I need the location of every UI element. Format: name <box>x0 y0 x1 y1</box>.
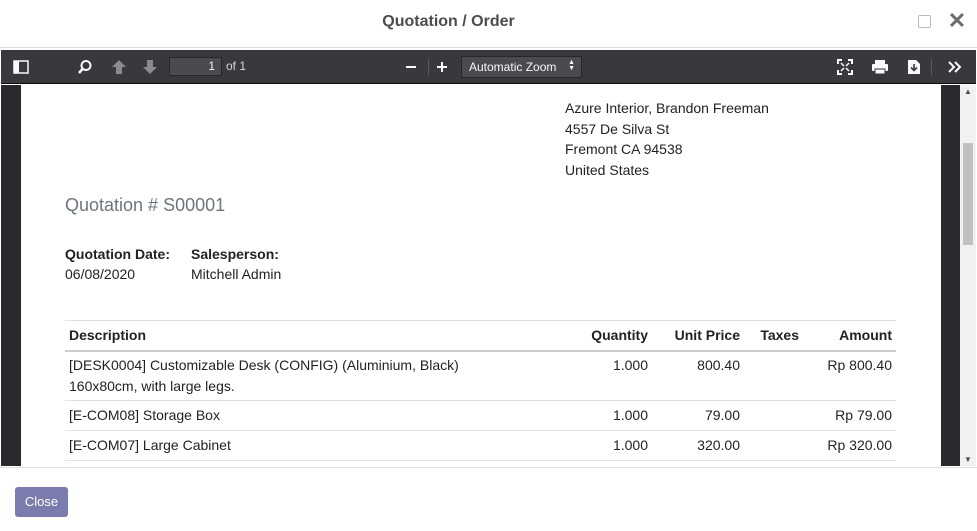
salesperson-label: Salesperson: <box>191 246 279 262</box>
column-header-amount: Amount <box>839 327 892 343</box>
row-unit-price: 320.00 <box>697 437 740 453</box>
table-header-border <box>65 350 896 352</box>
modal-title: Quotation / Order <box>382 13 515 30</box>
arrow-up-icon[interactable] <box>107 56 131 78</box>
arrow-down-icon[interactable] <box>138 56 162 78</box>
row-description-line2: 160x80cm, with large legs. <box>69 378 235 394</box>
toolbar-divider <box>428 59 429 75</box>
table-top-border <box>65 320 896 321</box>
row-divider <box>65 400 896 401</box>
row-description: [E-COM08] Storage Box <box>69 407 220 423</box>
row-divider <box>65 430 896 431</box>
column-header-taxes: Taxes <box>760 327 799 343</box>
quotation-date: 06/08/2020 <box>65 266 136 282</box>
scroll-down-arrow-icon[interactable]: ▼ <box>964 455 972 464</box>
print-icon[interactable] <box>868 56 892 78</box>
customer-address-line: Fremont CA 94538 <box>565 141 683 157</box>
row-unit-price: 79.00 <box>704 407 740 423</box>
close-button[interactable]: Close <box>15 487 68 517</box>
pdf-viewer[interactable]: Azure Interior, Brandon Freeman 4557 De … <box>1 85 976 466</box>
close-icon[interactable]: ✕ <box>947 8 967 34</box>
quotation-date-label: Quotation Date: <box>65 246 170 262</box>
select-arrows-icon: ▲ ▼ <box>568 59 575 72</box>
page-number-input[interactable]: 1 <box>169 57 222 76</box>
row-amount: Rp 320.00 <box>827 437 892 453</box>
row-description: [DESK0004] Customizable Desk (CONFIG) (A… <box>69 357 459 373</box>
column-header-description: Description <box>69 327 147 343</box>
salesperson: Mitchell Admin <box>191 266 282 282</box>
customer-address-line: United States <box>565 162 650 178</box>
column-header-quantity: Quantity <box>591 327 648 343</box>
toolbar-divider <box>931 59 932 75</box>
customer-address-line: Azure Interior, Brandon Freeman <box>565 100 769 116</box>
quotation-title: Quotation # S00001 <box>65 195 226 215</box>
pdf-page: Azure Interior, Brandon Freeman 4557 De … <box>21 85 941 466</box>
row-quantity: 1.000 <box>612 407 648 423</box>
row-quantity: 1.000 <box>612 437 648 453</box>
vertical-scrollbar[interactable]: ▲ ▼ <box>960 85 976 466</box>
pdf-toolbar: 1 of 1 Automatic Zoom ▲ ▼ <box>1 50 976 84</box>
download-icon[interactable] <box>902 56 926 78</box>
modal-footer: Close <box>0 467 977 531</box>
column-header-unit-price: Unit Price <box>674 327 740 343</box>
customer-address-line: 4557 De Silva St <box>565 121 670 137</box>
fullscreen-icon[interactable] <box>833 56 857 78</box>
modal-header: Quotation / Order ✕ <box>0 0 977 48</box>
page-count-label: of 1 <box>226 59 247 73</box>
maximize-checkbox-icon[interactable] <box>918 15 931 28</box>
scroll-up-arrow-icon[interactable]: ▲ <box>964 87 972 96</box>
row-unit-price: 800.40 <box>697 357 740 373</box>
minus-icon[interactable] <box>399 56 423 78</box>
search-icon[interactable] <box>73 56 97 78</box>
row-description: [E-COM07] Large Cabinet <box>69 437 231 453</box>
row-quantity: 1.000 <box>612 357 648 373</box>
row-divider <box>65 460 896 461</box>
zoom-select[interactable]: Automatic Zoom ▲ ▼ <box>461 56 582 78</box>
scrollbar-thumb[interactable] <box>963 143 973 245</box>
sidebar-toggle-icon[interactable] <box>9 56 33 78</box>
row-amount: Rp 800.40 <box>827 357 892 373</box>
zoom-select-value: Automatic Zoom <box>469 60 557 74</box>
row-amount: Rp 79.00 <box>835 407 892 423</box>
plus-icon[interactable] <box>430 56 454 78</box>
double-chevron-right-icon[interactable] <box>943 56 967 78</box>
